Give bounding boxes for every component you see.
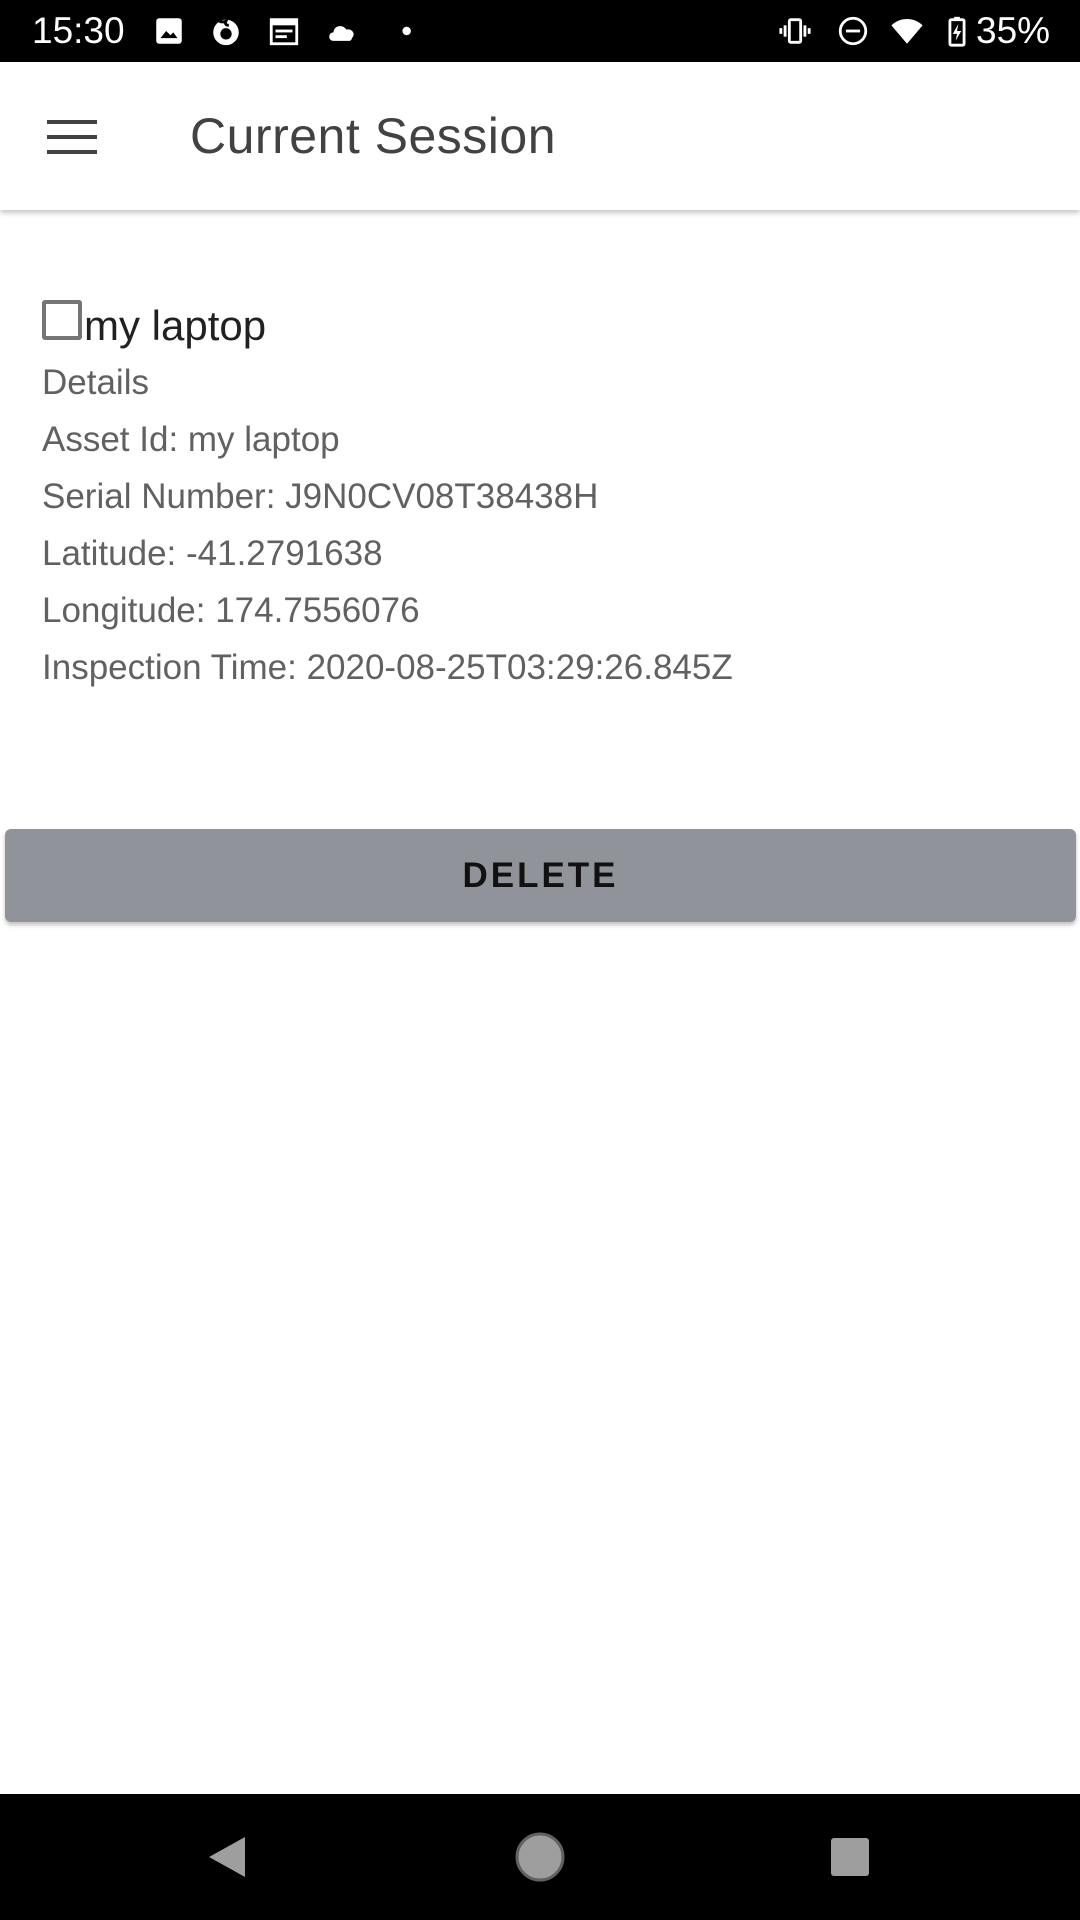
page-title: Current Session <box>190 108 556 164</box>
delete-button-label: DELETE <box>462 855 619 895</box>
back-icon <box>209 1837 245 1877</box>
asset-card: my laptop Details Asset Id: my laptop Se… <box>42 292 1042 696</box>
menu-icon <box>47 120 97 154</box>
cloud-icon <box>329 26 354 41</box>
serial-number: Serial Number: J9N0CV08T38438H <box>42 477 599 516</box>
calendar-icon <box>269 18 299 46</box>
status-bar: 15:30 35% <box>0 0 1080 62</box>
home-icon <box>515 1832 565 1882</box>
dot-icon <box>402 26 411 36</box>
battery-charging-icon <box>948 16 966 47</box>
battery-percentage: 35% <box>976 10 1051 51</box>
asset-id: Asset Id: my laptop <box>42 420 340 459</box>
firefox-icon <box>213 17 239 46</box>
asset-header: my laptop <box>42 292 1042 352</box>
do-not-disturb-icon <box>838 16 868 46</box>
status-time: 15:30 <box>32 10 125 51</box>
longitude: Longitude: 174.7556076 <box>42 591 420 630</box>
asset-checkbox[interactable] <box>42 300 82 340</box>
app-bar: Current Session <box>0 62 1080 210</box>
home-button[interactable] <box>507 1824 573 1890</box>
asset-name: my laptop <box>84 302 267 349</box>
delete-button[interactable]: DELETE <box>5 829 1076 922</box>
screen: 15:30 35% Current Session my laptop Deta… <box>0 0 1080 1920</box>
details-heading: Details <box>42 363 149 402</box>
recents-icon <box>831 1838 869 1876</box>
recents-button[interactable] <box>817 1824 883 1890</box>
latitude: Latitude: -41.2791638 <box>42 534 383 573</box>
menu-button[interactable] <box>28 102 118 172</box>
inspection-time: Inspection Time: 2020-08-25T03:29:26.845… <box>42 648 733 687</box>
back-button[interactable] <box>194 1824 260 1890</box>
wifi-icon <box>891 18 923 44</box>
image-icon <box>156 18 182 44</box>
vibrate-icon <box>779 18 811 44</box>
nav-bar <box>0 1794 1080 1920</box>
